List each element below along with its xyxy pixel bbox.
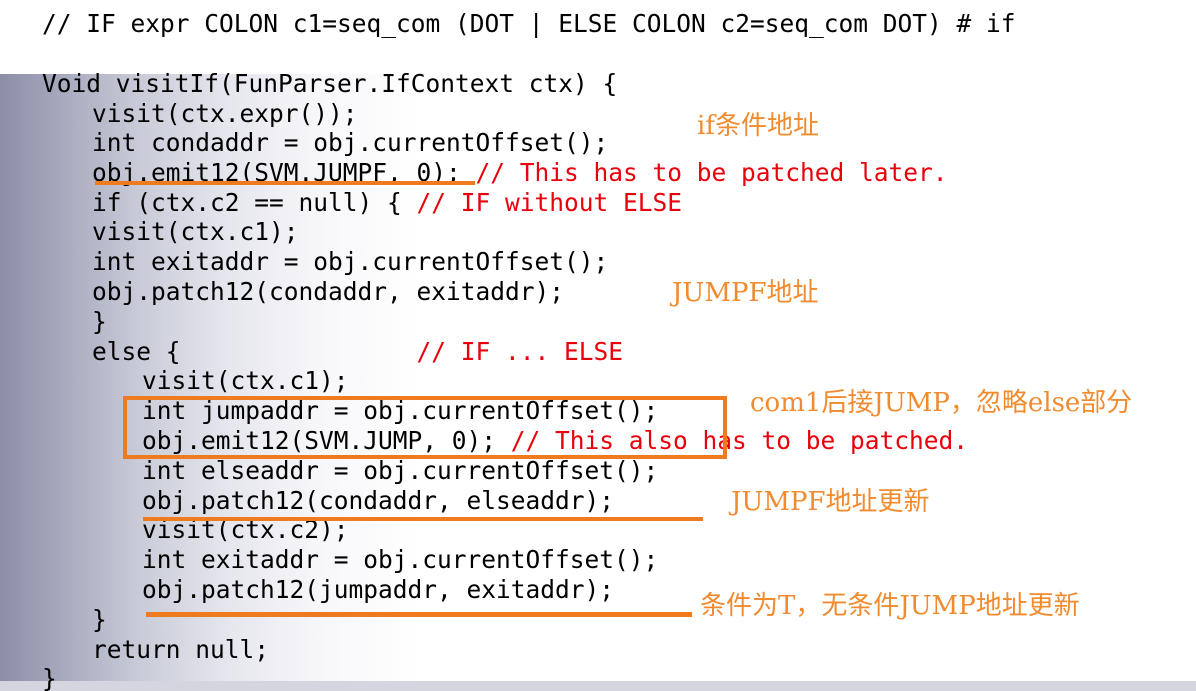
code-line: Void visitIf(FunParser.IfContext ctx) { (42, 69, 617, 99)
grammar-comment: // IF expr COLON c1=seq_com (DOT | ELSE … (42, 9, 1016, 38)
code-line: visit(ctx.c1); (92, 217, 299, 247)
patch-exit-underline (146, 612, 692, 617)
jump-emit-highlight-box (123, 396, 727, 459)
code-line: visit(ctx.c1); (142, 366, 349, 396)
code-text: if (ctx.c2 == null) { (92, 188, 417, 217)
code-line: int condaddr = obj.currentOffset(); (92, 128, 608, 158)
code-text: visit(ctx.c1); (92, 217, 299, 246)
code-text: } (42, 664, 57, 691)
code-text: Void visitIf(FunParser.IfContext ctx) { (42, 69, 618, 98)
code-comment: // IF ... ELSE (416, 337, 624, 366)
code-line: return null; (92, 635, 269, 665)
annotation-com1-jump: com1后接JUMP，忽略else部分 (750, 388, 1133, 418)
code-line: } (92, 307, 107, 337)
code-line: if (ctx.c2 == null) { // IF without ELSE (92, 188, 682, 218)
code-text: obj.patch12(jumpaddr, exitaddr); (142, 575, 615, 604)
code-line: else { // IF ... ELSE (92, 337, 623, 367)
code-line: visit(ctx.expr()); (92, 99, 358, 129)
code-text: int elseaddr = obj.currentOffset(); (142, 456, 659, 485)
code-comment: // IF without ELSE (416, 188, 683, 217)
code-text: return null; (92, 635, 270, 664)
code-text: } (92, 307, 107, 336)
annotation-unconditional-jump-update: 条件为T，无条件JUMP地址更新 (700, 591, 1080, 621)
code-line: int elseaddr = obj.currentOffset(); (142, 456, 658, 486)
code-text: obj.patch12(condaddr, exitaddr); (92, 277, 565, 306)
annotation-jumpf-address: JUMPF地址 (672, 278, 819, 308)
annotation-if-condition-address: if条件地址 (697, 111, 819, 141)
code-text: visit(ctx.expr()); (92, 99, 358, 128)
code-line: } (42, 664, 57, 691)
code-text: visit(ctx.c1); (142, 366, 349, 395)
code-text: else { (92, 337, 417, 366)
patch-else-underline (143, 517, 703, 521)
code-text: } (92, 605, 107, 634)
code-text: int condaddr = obj.currentOffset(); (92, 128, 609, 157)
jumpf-emit-underline (95, 181, 475, 185)
code-line: int exitaddr = obj.currentOffset(); (142, 545, 658, 575)
code-line: obj.patch12(jumpaddr, exitaddr); (142, 575, 614, 605)
code-line: obj.patch12(condaddr, exitaddr); (92, 277, 564, 307)
code-text: obj.patch12(condaddr, elseaddr); (142, 486, 615, 515)
code-slide: // IF expr COLON c1=seq_com (DOT | ELSE … (0, 0, 1196, 691)
code-line: obj.patch12(condaddr, elseaddr); (142, 486, 614, 516)
slide-bottom-edge (0, 681, 1196, 691)
code-line: } (92, 605, 107, 635)
annotation-jumpf-update: JUMPF地址更新 (731, 487, 930, 517)
code-comment: // This has to be patched later. (475, 158, 948, 187)
code-line: int exitaddr = obj.currentOffset(); (92, 247, 608, 277)
code-text: int exitaddr = obj.currentOffset(); (92, 247, 609, 276)
code-text: int exitaddr = obj.currentOffset(); (142, 545, 659, 574)
